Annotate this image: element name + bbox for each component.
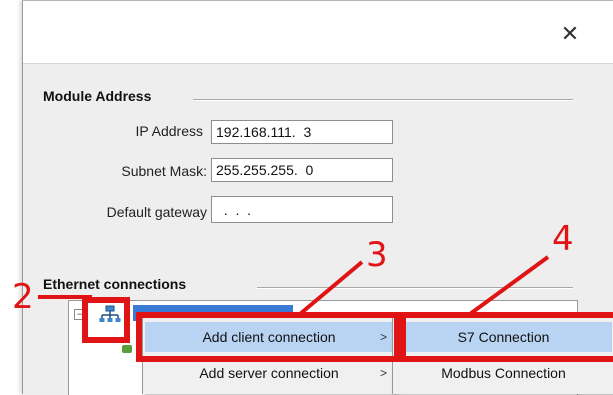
annotation-number-2: 2 [12, 277, 34, 317]
annotation-number-3: 3 [366, 235, 388, 275]
annotation-lines [38, 255, 550, 316]
annotation-number-4: 4 [552, 219, 574, 259]
